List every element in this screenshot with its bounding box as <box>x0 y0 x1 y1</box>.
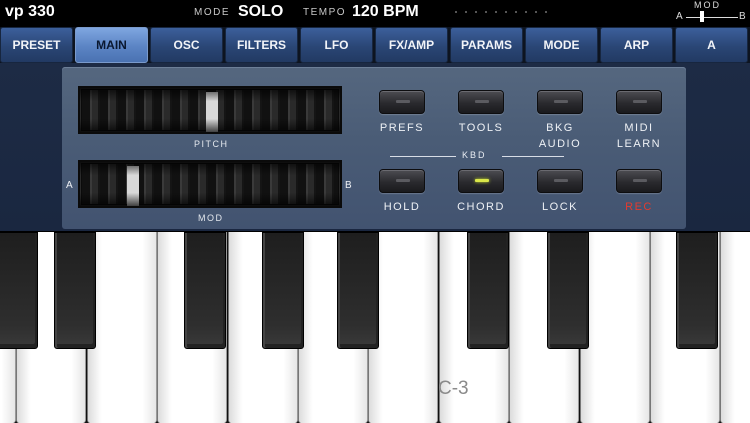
tempo-label: TEMPO <box>303 7 347 18</box>
black-key[interactable] <box>262 232 304 349</box>
mod-ab-b-label: B <box>739 11 746 22</box>
black-key[interactable] <box>547 232 589 349</box>
chord-button[interactable] <box>458 169 504 193</box>
step-indicator <box>455 11 547 13</box>
tools-led <box>475 100 489 103</box>
mod-wheel[interactable] <box>78 160 342 208</box>
mod-ab-slider[interactable]: MOD A B <box>676 0 748 25</box>
black-key[interactable] <box>676 232 718 349</box>
mode-value[interactable]: SOLO <box>238 3 283 21</box>
octave-label: C-3 <box>438 378 469 399</box>
chord-label: CHORD <box>457 201 505 213</box>
black-key[interactable] <box>184 232 226 349</box>
tempo-value[interactable]: 120 BPM <box>352 3 419 21</box>
kbd-divider-left <box>390 156 456 157</box>
tab-lfo[interactable]: LFO <box>300 27 373 63</box>
pitch-wheel[interactable] <box>78 86 342 134</box>
tab-main[interactable]: MAIN <box>75 27 148 63</box>
white-key[interactable] <box>580 232 650 423</box>
status-bar: vp 330 MODE SOLO TEMPO 120 BPM MOD A B <box>0 0 750 25</box>
hold-button[interactable] <box>379 169 425 193</box>
tab-fx-amp[interactable]: FX/AMP <box>375 27 448 63</box>
tab-params[interactable]: PARAMS <box>450 27 523 63</box>
lock-label: LOCK <box>542 201 578 213</box>
hold-led <box>396 179 410 182</box>
mode-label: MODE <box>194 7 230 18</box>
mod-label: MOD <box>198 213 224 223</box>
prefs-label: PREFS <box>379 122 425 134</box>
tab-filters[interactable]: FILTERS <box>225 27 298 63</box>
mod-ab-a-label: A <box>676 11 683 22</box>
prefs-button[interactable] <box>379 90 425 114</box>
rec-button[interactable] <box>616 169 662 193</box>
bkg-audio-button[interactable] <box>537 90 583 114</box>
prefs-led <box>396 100 410 103</box>
black-key[interactable] <box>0 232 38 349</box>
mod-ab-thumb[interactable] <box>700 11 704 22</box>
lock-button[interactable] <box>537 169 583 193</box>
midi-learn-button[interactable] <box>616 90 662 114</box>
bkg-audio-led <box>554 100 568 103</box>
midi-learn-led <box>633 100 647 103</box>
kbd-divider-right <box>502 156 564 157</box>
bkg-audio-label: BKG AUDIO <box>538 122 582 150</box>
tools-button[interactable] <box>458 90 504 114</box>
lock-led <box>554 179 568 182</box>
app-name: vp 330 <box>5 3 55 20</box>
tab-arp[interactable]: ARP <box>600 27 673 63</box>
black-key[interactable] <box>54 232 96 349</box>
mod-wheel-a-label: A <box>66 180 73 191</box>
mod-ab-label: MOD <box>694 0 721 10</box>
tab-mode[interactable]: MODE <box>525 27 598 63</box>
chord-led <box>475 179 489 182</box>
mod-wheel-b-label: B <box>345 180 352 191</box>
black-key[interactable] <box>337 232 379 349</box>
white-key[interactable] <box>720 232 750 423</box>
piano-keyboard[interactable] <box>0 232 750 423</box>
tab-a[interactable]: A <box>675 27 748 63</box>
white-key[interactable] <box>87 232 157 423</box>
tools-label: TOOLS <box>458 122 504 134</box>
mod-ab-track <box>686 17 738 18</box>
tab-osc[interactable]: OSC <box>150 27 223 63</box>
midi-learn-label: MIDI LEARN <box>616 122 662 150</box>
pitch-label: PITCH <box>194 139 229 149</box>
rec-led <box>633 179 647 182</box>
tab-bar: PRESET MAIN OSC FILTERS LFO FX/AMP PARAMS MODE A… <box>0 27 750 63</box>
hold-label: HOLD <box>383 201 421 213</box>
tab-preset[interactable]: PRESET <box>0 27 73 63</box>
black-key[interactable] <box>467 232 509 349</box>
kbd-label: KBD <box>462 150 487 160</box>
rec-label: REC <box>625 201 653 213</box>
